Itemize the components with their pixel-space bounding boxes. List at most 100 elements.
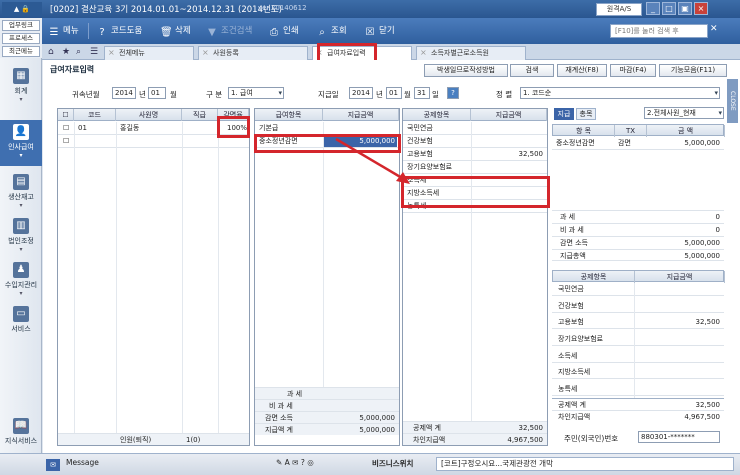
table-row[interactable]: 장기요양보험료 xyxy=(403,161,547,174)
col-ded-amount: 지급금액 xyxy=(635,271,725,283)
table-row[interactable]: 중소정년감면 감면 5,000,000 xyxy=(552,137,724,150)
sidebar-item-knowledge[interactable]: 📖 지식서비스 xyxy=(0,418,42,448)
recalc-button[interactable]: 재계산(F8) xyxy=(557,64,607,77)
quicklink-work[interactable]: 업무링크 xyxy=(2,20,40,31)
news-ticker[interactable]: [코트]구정오시요...국제관광전 개막 xyxy=(436,457,734,471)
birthdate-method-button[interactable]: 박생일므로작성방법 xyxy=(424,64,508,77)
sidebar-item-corporate-adjust[interactable]: ▥ 법인조정 ▾ xyxy=(0,218,42,258)
sidebar-item-hr-payroll[interactable]: 👤 인사급여 ▾ xyxy=(0,120,42,166)
search-icon[interactable]: ⌕ xyxy=(76,47,81,57)
search-button[interactable]: 검색 xyxy=(510,64,554,77)
table-row[interactable]: 건강보험 xyxy=(552,300,724,313)
ded-item-amount[interactable] xyxy=(471,135,545,147)
right-item: 중소정년감면 xyxy=(556,139,595,147)
sidebar-item-production[interactable]: ▤ 생산재고 ▾ xyxy=(0,174,42,214)
side-close-tab[interactable]: CLOSE xyxy=(727,79,738,123)
close-icon[interactable]: × xyxy=(420,47,427,59)
close-window-icon[interactable]: × xyxy=(694,2,708,15)
col-item: 항 목 xyxy=(553,125,615,137)
list-icon[interactable]: ☰ xyxy=(90,47,98,57)
menu-button[interactable]: ☰ 메뉴 xyxy=(48,23,79,39)
quicklink-recent[interactable]: 최근메뉴 xyxy=(2,46,40,57)
table-row[interactable]: 소득세 xyxy=(552,350,724,363)
table-row[interactable]: 장기요양보험료 xyxy=(552,333,724,346)
table-row[interactable]: 고용보험 32,500 xyxy=(403,148,547,161)
star-icon[interactable]: ★ xyxy=(62,47,70,57)
pay-items-header: 급여항목 지급금액 xyxy=(255,109,399,121)
table-row[interactable]: 건강보험 xyxy=(403,135,547,148)
day-unit: 일 xyxy=(432,90,439,99)
tab-income-by-earner[interactable]: × 소득자별근로소득원 xyxy=(416,46,526,60)
status-icons[interactable]: ✎ A ✉ ? ◎ xyxy=(276,458,314,467)
sum-amount: 4,967,500 xyxy=(684,413,720,421)
chevron-down-icon[interactable]: ✕ xyxy=(710,24,724,38)
tab-pay[interactable]: 지급 xyxy=(554,108,574,120)
col-name: 사원명 xyxy=(116,109,182,121)
print-button[interactable]: ⎙ 인쇄 xyxy=(268,23,299,39)
sort-label: 정 렬 xyxy=(496,90,513,99)
minimize-icon[interactable]: _ xyxy=(646,2,660,15)
sidebar-item-service[interactable]: ▭ 서비스 xyxy=(0,306,42,336)
table-row[interactable]: 지방소득세 xyxy=(552,366,724,379)
count-value: 1(0) xyxy=(186,436,201,444)
table-row[interactable]: 고용보험 32,500 xyxy=(552,316,724,329)
sidebar-label: 지식서비스 xyxy=(4,437,38,445)
lookup-label: 조회 xyxy=(331,26,347,36)
attribution-year-field[interactable]: 2014 xyxy=(112,87,136,99)
employee-scope-select[interactable]: 2.전체사원_현재 xyxy=(644,107,724,119)
sidebar-item-income-mgmt[interactable]: ♟ 수입지관리 ▾ xyxy=(0,262,42,302)
count-label: 인원(퇴직) xyxy=(120,436,152,444)
table-row[interactable]: 농특세 xyxy=(552,383,724,396)
pay-day-field[interactable]: 31 xyxy=(414,87,430,99)
ded-item-amount[interactable] xyxy=(471,161,545,173)
right-ded-sum-row: 공제액 계 32,500 xyxy=(552,398,724,410)
tab-all-menu[interactable]: × 전체메뉴 xyxy=(104,46,194,60)
sort-select[interactable]: 1. 코드순 xyxy=(520,87,720,99)
sum-amount: 5,000,000 xyxy=(359,426,395,434)
highlight-rate-column xyxy=(217,116,250,138)
remote-support-button[interactable]: 원격A/S xyxy=(596,3,642,16)
tab-label: 전체메뉴 xyxy=(119,49,145,57)
pay-year-field[interactable]: 2014 xyxy=(349,87,373,99)
quicklink-process[interactable]: 프로세스 xyxy=(2,33,40,44)
pay-item-amount[interactable] xyxy=(323,122,397,134)
row-checkbox[interactable]: ☐ xyxy=(61,122,71,134)
lookup-button[interactable]: ⌕ 조회 xyxy=(316,23,347,39)
message-label[interactable]: Message xyxy=(66,458,99,467)
tab-bar: ⌂ ★ ⌕ ☰ × 전체메뉴 × 사원등록 × 급여자료입력 × 소득자별근로소득원 xyxy=(42,44,740,60)
chevron-down-icon: ▾ xyxy=(19,152,23,159)
function-menu-button[interactable]: 기능모음(F11) xyxy=(659,64,727,77)
condition-search-button[interactable]: ▼ 조건검색 xyxy=(206,23,252,39)
window-title: 급여자료입력 xyxy=(50,65,95,74)
code-help-button[interactable]: ? 코드도움 xyxy=(96,23,142,39)
ded-item-amount[interactable] xyxy=(471,122,545,134)
attribution-month-field[interactable]: 01 xyxy=(148,87,166,99)
pay-date-label: 지급일 xyxy=(318,90,339,99)
pay-month-field[interactable]: 01 xyxy=(386,87,402,99)
help-icon[interactable]: ? xyxy=(447,87,459,99)
table-row[interactable]: 국민연금 xyxy=(403,122,547,135)
highlight-income-tax xyxy=(401,176,550,208)
sidebar-item-accounting[interactable]: ▦ 회계 ▾ xyxy=(0,68,42,112)
tab-employee-register[interactable]: × 사원등록 xyxy=(198,46,308,60)
table-row[interactable]: 국민연금 xyxy=(552,283,724,296)
month-unit: 월 xyxy=(170,90,177,99)
row-checkbox[interactable]: ☐ xyxy=(61,135,71,147)
ded-item-name: 건강보험 xyxy=(558,302,584,310)
employee-table: ☐ 코드 사원명 직급 감면율 ☐ 01 홍길동 100% ☐ 인원(퇴직) 1… xyxy=(57,108,250,446)
delete-button[interactable]: 🗑 삭제 xyxy=(160,23,191,39)
close-icon[interactable]: × xyxy=(108,47,115,59)
home-icon[interactable]: ⌂ xyxy=(48,47,54,57)
message-icon[interactable]: ✉ xyxy=(46,459,60,471)
close-period-button[interactable]: 마감(F4) xyxy=(610,64,656,77)
close-button[interactable]: ☒ 닫기 xyxy=(364,23,395,39)
close-icon[interactable]: × xyxy=(202,47,209,59)
type-select[interactable]: 1. 급여 xyxy=(228,87,284,99)
select-all-checkbox[interactable]: ☐ xyxy=(58,109,74,121)
menu-search-input[interactable]: [F10]를 눌러 검색 후 xyxy=(610,24,708,38)
maximize-icon[interactable]: ▣ xyxy=(678,2,692,15)
calculator-icon: ▦ xyxy=(13,68,29,84)
restore-icon[interactable]: □ xyxy=(662,2,676,15)
tab-total[interactable]: 총목 xyxy=(576,108,596,120)
ded-item-amount[interactable]: 32,500 xyxy=(471,148,545,160)
